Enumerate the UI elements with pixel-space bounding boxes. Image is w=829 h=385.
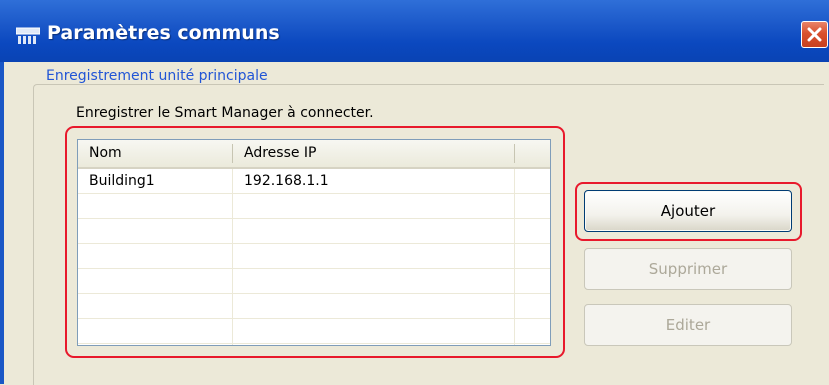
column-header-name[interactable]: Nom <box>78 140 232 167</box>
window-title: Paramètres communs <box>47 22 280 44</box>
cell-ip <box>233 294 514 319</box>
close-icon <box>807 27 822 42</box>
table-row[interactable] <box>78 294 550 319</box>
column-separator[interactable] <box>514 144 515 163</box>
table-row[interactable] <box>78 194 550 219</box>
table-row[interactable] <box>78 219 550 244</box>
add-button[interactable]: Ajouter <box>584 190 792 232</box>
cell-ip <box>233 269 514 294</box>
cell-ip <box>233 319 514 344</box>
table-row[interactable] <box>78 244 550 269</box>
delete-button[interactable]: Supprimer <box>584 248 792 290</box>
table-row[interactable] <box>78 269 550 294</box>
table-row[interactable] <box>78 319 550 344</box>
cell-ip <box>233 244 514 269</box>
edit-button[interactable]: Editer <box>584 304 792 346</box>
window-left-border <box>0 62 4 384</box>
grid-column-line <box>514 169 515 345</box>
cell-name: Building1 <box>89 173 155 189</box>
close-button[interactable] <box>801 21 828 48</box>
cell-name <box>78 244 232 269</box>
cell-name <box>78 319 232 344</box>
cell-ip <box>233 194 514 219</box>
table-row[interactable]: Building1 192.168.1.1 <box>78 169 550 194</box>
title-bar[interactable]: Paramètres communs <box>0 0 829 62</box>
cell-name <box>78 219 232 244</box>
groupbox-legend: Enregistrement unité principale <box>43 68 271 84</box>
list-header: Nom Adresse IP <box>78 140 550 169</box>
settings-panel-icon <box>15 26 41 46</box>
column-header-ip[interactable]: Adresse IP <box>233 140 514 167</box>
cell-name <box>78 269 232 294</box>
cell-name <box>78 294 232 319</box>
cell-ip <box>233 219 514 244</box>
grid-column-line <box>232 169 233 345</box>
instruction-text: Enregistrer le Smart Manager à connecter… <box>76 105 374 121</box>
cell-name <box>78 194 232 219</box>
cell-ip: 192.168.1.1 <box>244 173 329 189</box>
manager-list[interactable]: Nom Adresse IP Building1 192.168.1.1 <box>77 139 551 346</box>
